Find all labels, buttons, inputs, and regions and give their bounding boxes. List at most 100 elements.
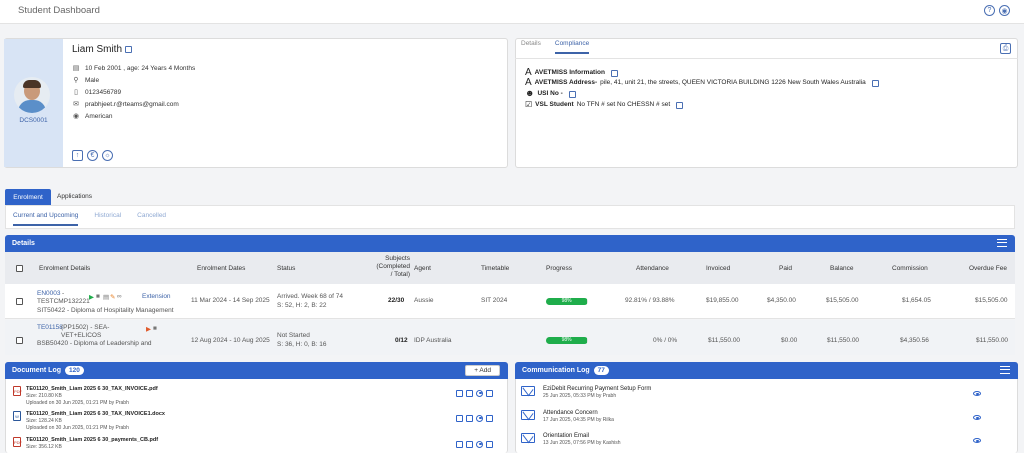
profile-actions: ↑ € ☼ [72,150,113,161]
col-timetable: Timetable [481,265,510,272]
view-icon[interactable] [973,438,981,443]
share-icon[interactable] [456,415,463,422]
communication-subject[interactable]: Attendance Concern [543,410,614,416]
help-icon[interactable]: ? [984,5,995,16]
details-title: Details [12,240,35,247]
document-name[interactable]: TE01120_Smith_Liam 2025 6 30_TAX_INVOICE… [26,386,158,392]
col-status: Status [277,265,296,272]
delete-icon[interactable] [466,415,473,422]
compliance-tabs: Details Compliance [521,40,590,54]
select-all-checkbox[interactable] [16,265,23,272]
status-line1: Not Started [277,332,310,339]
table-row[interactable]: TE01158 (PP1502) - SEA-VET+ELICOS BSB504… [5,320,1015,355]
row-checkbox[interactable] [16,337,23,344]
document-name[interactable]: TE01120_Smith_Liam 2025 6 30_payments_CB… [26,437,158,443]
row-checkbox[interactable] [16,298,23,305]
top-bar: Student Dashboard ? ◉ [0,0,1024,24]
document-log-title: Document Log [12,367,61,374]
delete-icon[interactable] [466,390,473,397]
mail-icon: ✉ [73,101,79,108]
euro-icon[interactable]: € [87,150,98,161]
print-icon[interactable]: ⎙ [1000,43,1011,54]
stop-icon[interactable]: ■ [96,293,100,300]
edit-avetmiss-info-icon[interactable] [610,70,618,77]
list-item[interactable]: EziDebit Recurring Payment Setup Form 25… [521,386,1013,404]
col-progress: Progress [546,265,573,272]
view-icon[interactable] [973,391,981,396]
avetmiss-address-value: pile, 41, unit 21, the streets, QUEEN VI… [600,79,866,86]
vsl-row: ☑ VSL Student No TFN # set No CHESSN # s… [525,100,684,109]
list-item[interactable]: W TE01120_Smith_Liam 2025 6 30_TAX_INVOI… [13,411,503,433]
communication-subject[interactable]: Orientation Email [543,433,621,439]
col-commission: Commission [892,265,928,272]
edit-usi-icon[interactable] [568,90,576,98]
play-icon[interactable]: ▶ [146,325,151,333]
enrolment-dates: 12 Aug 2024 - 10 Aug 2025 [191,337,270,344]
tab-compliance[interactable]: Compliance [554,40,590,54]
col-overdue-fee: Overdue Fee [969,265,1007,272]
thumbs-up-icon[interactable]: ↑ [72,150,83,161]
delete-icon[interactable] [466,441,473,448]
doc-icon[interactable]: ▤ [103,293,109,301]
invoiced: $11,550.00 [708,337,741,344]
enrolment-code-link[interactable]: TE01158 [37,324,63,331]
chat-icon[interactable]: ☼ [102,150,113,161]
tab-enrolment[interactable]: Enrolment [5,189,51,205]
avetmiss-address-label: AVETMISS Address- [534,79,598,86]
share-icon[interactable] [456,441,463,448]
status-line1: Arrived. Week 68 of 74 [277,293,343,300]
play-icon[interactable]: ▶ [89,293,94,301]
globe-icon[interactable]: ◉ [999,5,1010,16]
list-item[interactable]: Orientation Email 13 Jun 2025, 07:56 PM … [521,433,1013,451]
menu-icon[interactable] [1000,366,1010,374]
view-icon[interactable] [476,390,483,397]
commission: $1,654.05 [902,297,931,304]
tab-cancelled[interactable]: Cancelled [137,212,166,226]
document-name[interactable]: TE01120_Smith_Liam 2025 6 30_TAX_INVOICE… [26,411,165,417]
download-icon[interactable] [486,390,493,397]
communication-subject[interactable]: EziDebit Recurring Payment Setup Form [543,386,651,392]
edit-row-icon[interactable]: ✎ [110,293,115,301]
checklist-icon: ☑ [525,100,533,109]
tab-applications[interactable]: Applications [57,193,92,200]
download-icon[interactable] [486,441,493,448]
document-size: Size: 210.80 KB [26,393,62,399]
tab-details[interactable]: Details [521,40,541,54]
user-icon: ☻ [525,88,535,98]
student-id: DCS0001 [19,117,48,124]
tab-historical[interactable]: Historical [94,212,121,226]
edit-name-icon[interactable] [125,46,133,53]
email-text[interactable]: prabhjeet.r@rteams@gmail.com [85,101,179,108]
share-icon[interactable] [456,390,463,397]
status-line2: S: 36, H: 0, B: 16 [277,341,327,348]
download-icon[interactable] [486,415,493,422]
document-size: Size: 356.12 KB [26,444,62,450]
extension-tag[interactable]: Extension [142,293,171,300]
stop-icon[interactable]: ■ [153,325,157,332]
list-item[interactable]: PDF TE01120_Smith_Liam 2025 6 30_payment… [13,437,503,453]
progress-bar: 98% [546,298,588,305]
edit-address-icon[interactable] [871,80,879,87]
col-enrolment-dates: Enrolment Dates [197,265,246,272]
view-icon[interactable] [476,415,483,422]
view-icon[interactable] [973,415,981,420]
enrolment-code-link[interactable]: EN0003 [37,290,61,297]
view-icon[interactable] [476,441,483,448]
list-item[interactable]: PDF TE01120_Smith_Liam 2025 6 30_TAX_INV… [13,386,503,408]
table-row[interactable]: EN0003 - TESTCMP132221 SIT50422 - Diplom… [5,284,1015,319]
progress-fill: 98% [546,298,588,305]
menu-icon[interactable] [997,239,1007,247]
invoiced: $19,855.00 [706,297,739,304]
document-count-badge: 120 [65,366,84,375]
progress-bar: 98% [546,337,588,344]
tab-current-upcoming[interactable]: Current and Upcoming [13,212,79,226]
add-document-button[interactable]: + Add [465,365,500,376]
document-uploaded: Uploaded on 30 Jun 2025, 01:21 PM by Pra… [26,425,129,431]
col-attendance: Attendance [636,265,669,272]
status-line2: S: 52, H: 2, B: 22 [277,302,327,309]
list-item[interactable]: Attendance Concern 17 Jun 2025, 04:35 PM… [521,410,1013,428]
edit-vsl-icon[interactable] [676,102,684,109]
link-icon[interactable]: ∞ [117,293,122,300]
location-pin-icon: ⚲ [73,77,79,84]
timetable: SIT 2024 [481,297,508,304]
